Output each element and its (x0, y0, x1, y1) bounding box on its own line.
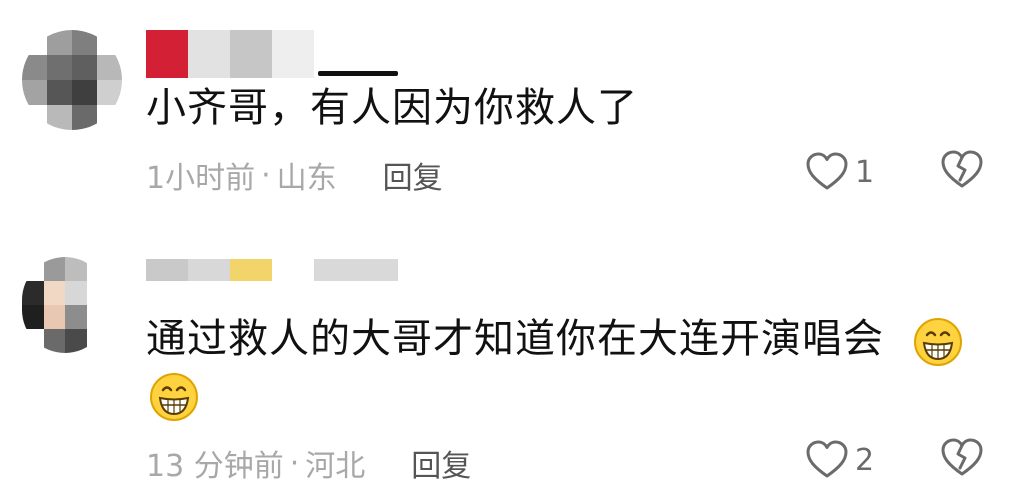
avatar-mosaic-tile (43, 281, 65, 305)
broken-heart-icon (941, 438, 983, 476)
comment-item: 通过救人的大哥才知道你在大连开演唱会 13 分钟前 · 河北 回复 2 (0, 245, 1015, 485)
comment-list: 小齐哥，有人因为你救人了 1小时前 · 山东 回复 1 通过救人的大哥才知道你在… (0, 0, 1015, 485)
username-underline (318, 71, 398, 76)
meta-separator: · (261, 157, 271, 193)
avatar-mosaic-tile (22, 281, 44, 305)
username-mosaic-block (272, 259, 314, 281)
username-mosaic[interactable] (146, 30, 314, 78)
avatar-mosaic-tile (72, 80, 97, 105)
avatar-mosaic-tile (22, 55, 47, 80)
dislike-button[interactable] (940, 438, 984, 482)
username-mosaic-block (188, 259, 230, 281)
avatar-mosaic-tile (22, 329, 44, 353)
avatar-mosaic-tile (86, 281, 108, 305)
like-button[interactable]: 2 (805, 440, 874, 480)
heart-outline-icon (806, 152, 848, 190)
username-mosaic-block (230, 259, 272, 281)
username-mosaic-block (230, 30, 272, 78)
username-mosaic-block (272, 30, 314, 78)
avatar-mosaic-tile (72, 30, 97, 55)
grinning-emoji-icon (914, 318, 962, 366)
avatar-mosaic-tile (97, 105, 122, 130)
avatar-mosaic-tile (43, 305, 65, 329)
dislike-button[interactable] (940, 150, 984, 194)
meta-separator: · (289, 445, 300, 481)
broken-heart-icon (941, 150, 983, 188)
avatar[interactable] (22, 30, 122, 130)
comment-time: 1小时前 (146, 161, 256, 196)
reply-button[interactable]: 回复 (411, 441, 471, 485)
comment-time: 13 分钟前 (146, 449, 284, 484)
avatar-mosaic-tile (72, 105, 97, 130)
comment-text: 通过救人的大哥才知道你在大连开演唱会 (146, 316, 884, 362)
comment-text: 小齐哥，有人因为你救人了 (146, 85, 638, 131)
username-mosaic-block (356, 259, 398, 281)
username-mosaic-block (188, 30, 230, 78)
grinning-emoji-icon (150, 373, 198, 421)
avatar-mosaic-tile (43, 257, 65, 281)
avatar-mosaic-tile (47, 80, 72, 105)
comment-item: 小齐哥，有人因为你救人了 1小时前 · 山东 回复 1 (0, 0, 1015, 225)
username-mosaic-block (314, 259, 356, 281)
comment-location: 河北 (305, 449, 366, 484)
username-mosaic[interactable] (146, 259, 398, 281)
comment-meta: 13 分钟前 · 河北 回复 (146, 441, 471, 485)
avatar-mosaic-tile (65, 257, 87, 281)
avatar-mosaic-tile (47, 105, 72, 130)
avatar-mosaic-tile (65, 305, 87, 329)
avatar-mosaic-tile (86, 329, 108, 353)
avatar-mosaic-tile (86, 305, 108, 329)
username-mosaic-block (146, 259, 188, 281)
avatar-mosaic-tile (97, 30, 122, 55)
avatar-mosaic-tile (97, 80, 122, 105)
avatar-mosaic-tile (22, 30, 47, 55)
avatar[interactable] (22, 257, 108, 353)
avatar-mosaic-tile (86, 257, 108, 281)
avatar-mosaic-tile (22, 257, 44, 281)
reply-button[interactable]: 回复 (383, 153, 443, 197)
like-button[interactable]: 1 (805, 152, 874, 192)
avatar-mosaic-tile (65, 281, 87, 305)
username-mosaic-block (146, 30, 188, 78)
avatar-mosaic-tile (22, 80, 47, 105)
avatar-mosaic-tile (72, 55, 97, 80)
avatar-mosaic-tile (43, 329, 65, 353)
avatar-mosaic-tile (47, 30, 72, 55)
like-count: 2 (855, 442, 875, 478)
comment-meta: 1小时前 · 山东 回复 (146, 153, 443, 197)
like-count: 1 (855, 154, 875, 190)
avatar-mosaic-tile (22, 105, 47, 130)
heart-outline-icon (806, 440, 848, 478)
avatar-mosaic-tile (47, 55, 72, 80)
avatar-mosaic-tile (22, 305, 44, 329)
comment-location: 山东 (276, 161, 337, 196)
avatar-mosaic-tile (65, 329, 87, 353)
avatar-mosaic-tile (97, 55, 122, 80)
